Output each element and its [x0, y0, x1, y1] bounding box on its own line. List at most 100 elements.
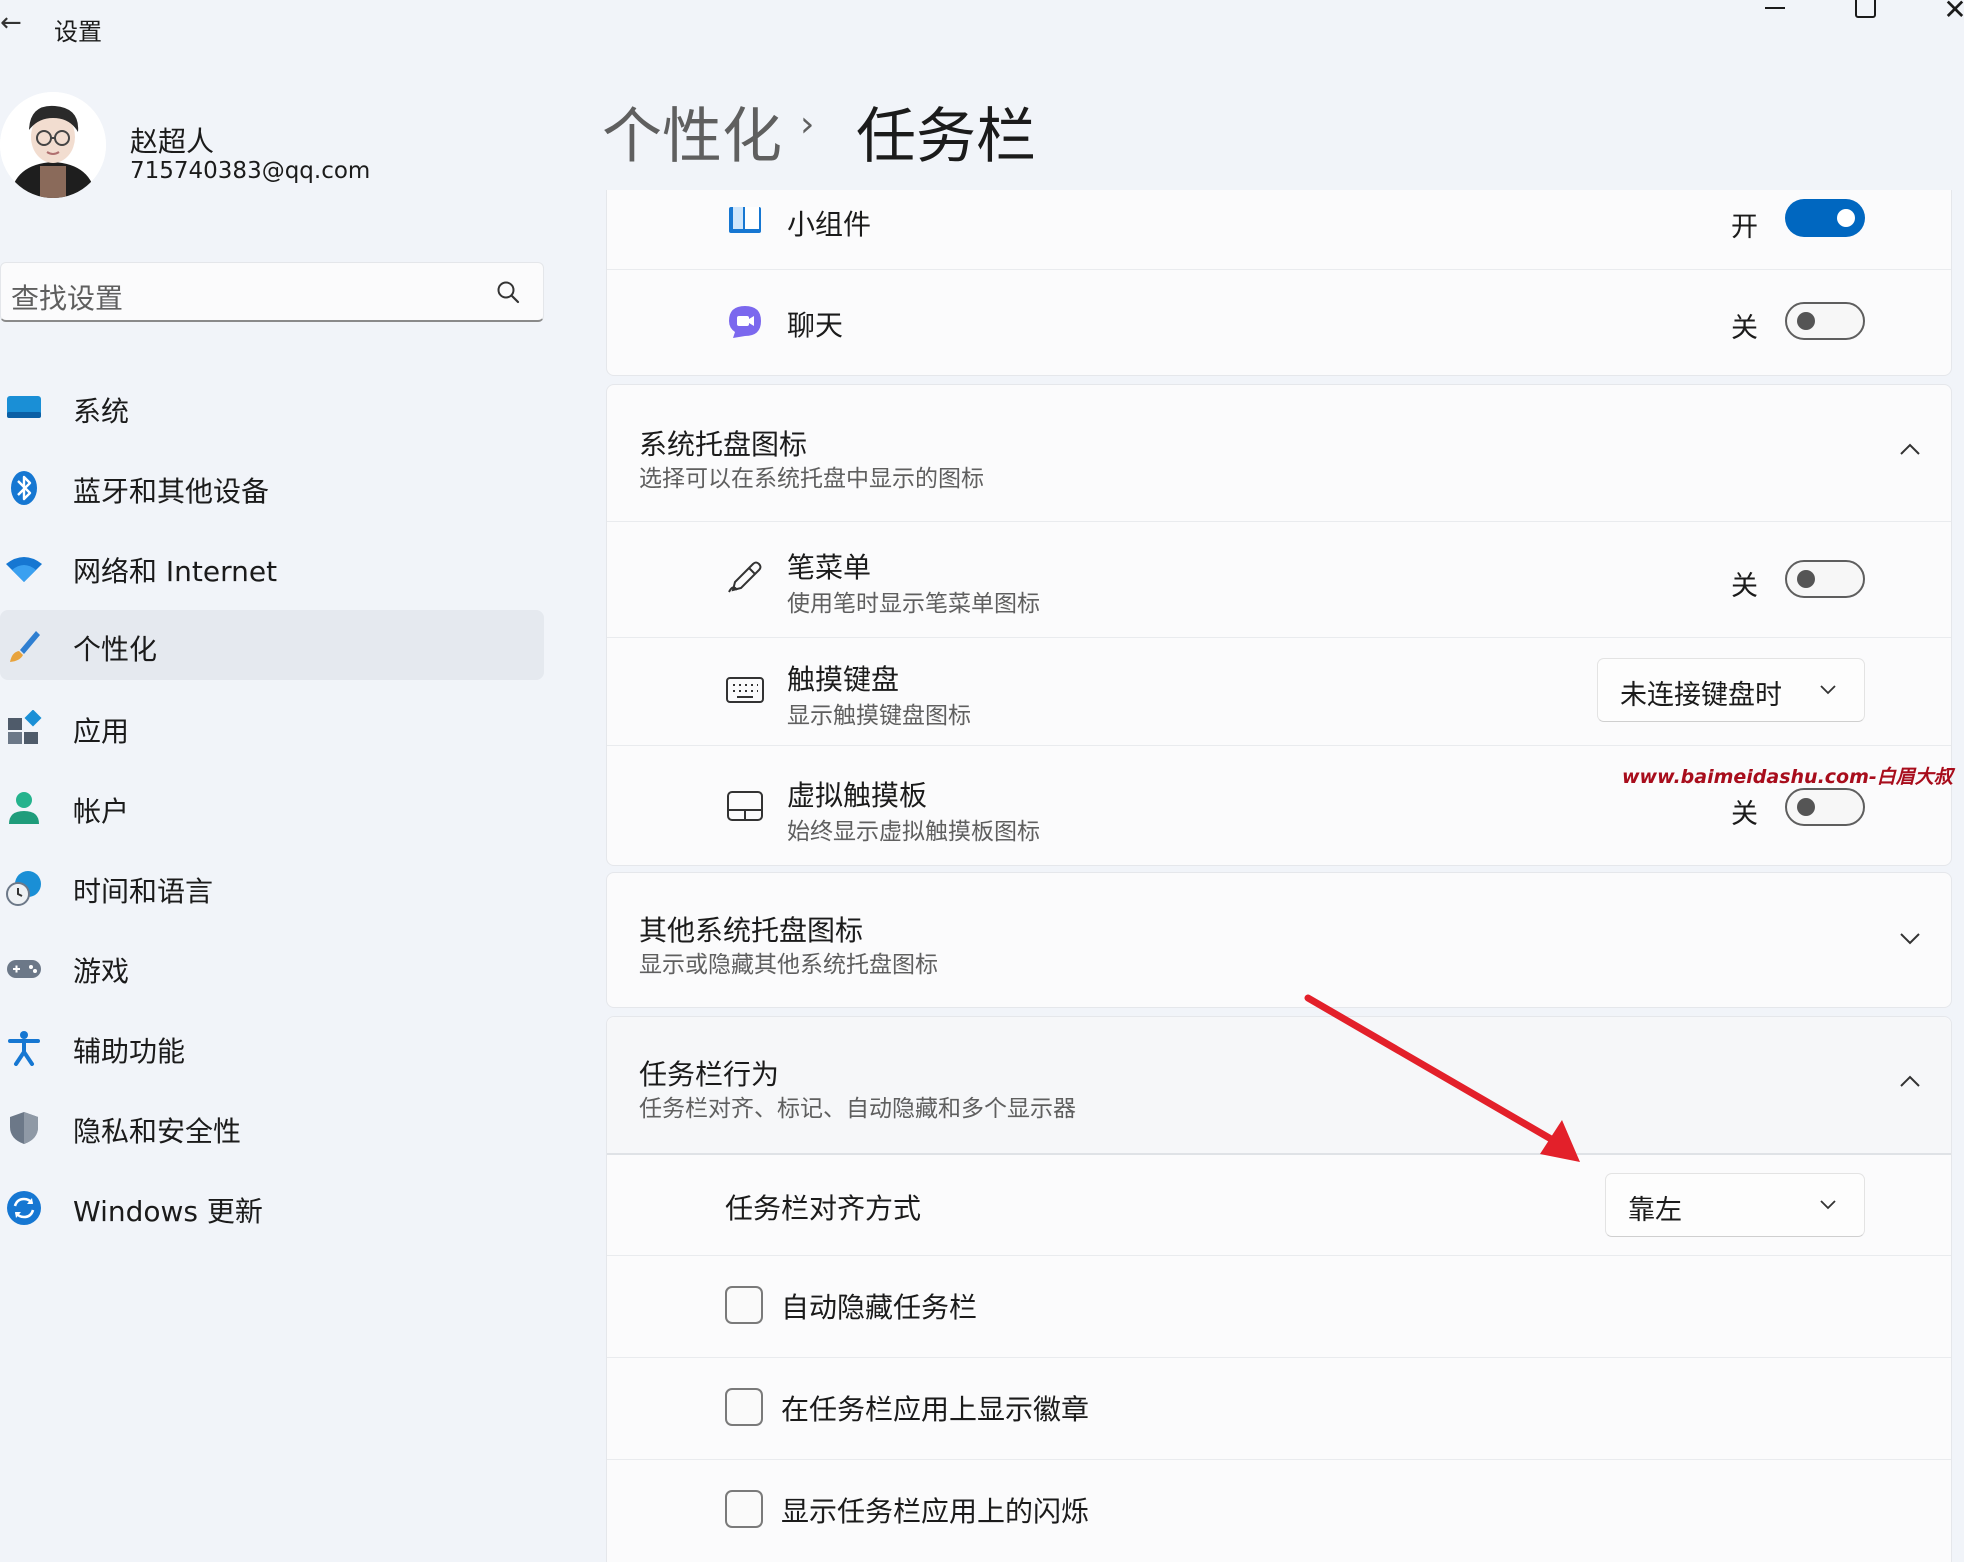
- maximize-button[interactable]: [1820, 0, 1910, 28]
- nav-item-accessibility[interactable]: 辅助功能: [0, 1012, 544, 1082]
- taskbar-behaviors-card: 任务栏行为 任务栏对齐、标记、自动隐藏和多个显示器 任务栏对齐方式 靠左 自动隐…: [606, 1016, 1952, 1562]
- chat-label: 聊天: [787, 309, 844, 342]
- virtual-touchpad-state: 关: [1731, 799, 1758, 830]
- user-name: 赵超人: [130, 125, 215, 158]
- virtual-touchpad-subtitle: 始终显示虚拟触摸板图标: [787, 819, 1040, 845]
- time-language-icon: [6, 871, 41, 906]
- system-tray-title: 系统托盘图标: [639, 428, 808, 461]
- nav-item-apps[interactable]: 应用: [0, 692, 544, 762]
- gamepad-icon: [7, 960, 41, 978]
- nav-label: 应用: [73, 715, 130, 748]
- pen-menu-state: 关: [1731, 571, 1758, 602]
- touch-keyboard-subtitle: 显示触摸键盘图标: [787, 703, 971, 729]
- pen-menu-toggle[interactable]: [1785, 560, 1865, 598]
- back-button[interactable]: ←: [0, 8, 22, 38]
- page-title: 任务栏: [856, 102, 1036, 172]
- search-box[interactable]: 查找设置: [0, 262, 544, 322]
- taskbar-behaviors-subtitle: 任务栏对齐、标记、自动隐藏和多个显示器: [639, 1096, 1076, 1122]
- widgets-row: 小组件 开: [607, 190, 1951, 269]
- system-tray-subtitle: 选择可以在系统托盘中显示的图标: [639, 466, 984, 492]
- nav-item-system[interactable]: 系统: [0, 372, 544, 442]
- nav-item-accounts[interactable]: 帐户: [0, 772, 544, 842]
- annotation-arrow: [1304, 994, 1580, 1162]
- nav-label: 游戏: [73, 955, 130, 988]
- search-input[interactable]: 查找设置: [11, 277, 123, 317]
- widgets-label: 小组件: [787, 208, 872, 241]
- chat-icon: [729, 306, 761, 338]
- widgets-state: 开: [1731, 212, 1758, 243]
- user-email: 715740383@qq.com: [130, 158, 371, 184]
- taskbar-alignment-value: 靠左: [1628, 1195, 1682, 1226]
- avatar[interactable]: [0, 92, 106, 198]
- nav-label: 个性化: [73, 633, 158, 666]
- chevron-down-icon[interactable]: [1897, 925, 1923, 951]
- nav-label: 辅助功能: [73, 1035, 186, 1068]
- search-icon[interactable]: [495, 279, 521, 305]
- chevron-up-icon[interactable]: [1897, 1069, 1923, 1095]
- taskbar-alignment-label: 任务栏对齐方式: [725, 1192, 922, 1225]
- accessibility-icon: [8, 1031, 40, 1066]
- system-display-icon: [7, 396, 41, 418]
- system-tray-card: 系统托盘图标 选择可以在系统托盘中显示的图标 笔菜单 使用笔时显示笔菜单图标 关…: [606, 384, 1952, 866]
- nav-item-windows-update[interactable]: Windows 更新: [0, 1172, 544, 1242]
- other-tray-title: 其他系统托盘图标: [639, 914, 864, 947]
- nav-label: 网络和 Internet: [73, 555, 278, 588]
- minimize-icon: [1765, 7, 1785, 9]
- taskbar-behaviors-title: 任务栏行为: [639, 1058, 780, 1091]
- apps-icon: [8, 710, 42, 744]
- nav-label: 时间和语言: [73, 875, 214, 908]
- show-badges-checkbox[interactable]: [725, 1388, 763, 1426]
- nav-item-time-language[interactable]: 时间和语言: [0, 852, 544, 922]
- show-badges-label[interactable]: 在任务栏应用上显示徽章: [781, 1388, 1089, 1428]
- keyboard-icon: [726, 677, 764, 703]
- window-title: 设置: [54, 18, 102, 46]
- nav-label: 系统: [73, 395, 130, 428]
- nav-label: Windows 更新: [73, 1195, 263, 1228]
- nav-item-privacy[interactable]: 隐私和安全性: [0, 1092, 544, 1162]
- show-flashing-checkbox[interactable]: [725, 1490, 763, 1528]
- chat-row: 聊天 关: [607, 269, 1951, 376]
- system-tray-header[interactable]: 系统托盘图标 选择可以在系统托盘中显示的图标: [607, 385, 1951, 521]
- nav-label: 蓝牙和其他设备: [73, 475, 270, 508]
- bluetooth-icon: [11, 471, 37, 505]
- virtual-touchpad-title: 虚拟触摸板: [787, 779, 928, 812]
- touch-keyboard-title: 触摸键盘: [787, 663, 900, 696]
- minimize-button[interactable]: [1730, 0, 1820, 28]
- nav-label: 帐户: [73, 795, 130, 828]
- nav-item-network[interactable]: 网络和 Internet: [0, 532, 544, 602]
- virtual-touchpad-toggle[interactable]: [1785, 788, 1865, 826]
- breadcrumb-separator: ›: [800, 104, 815, 145]
- chat-toggle[interactable]: [1785, 302, 1865, 340]
- close-icon: ✕: [1943, 0, 1964, 26]
- touch-keyboard-dropdown[interactable]: 未连接键盘时: [1597, 658, 1865, 722]
- chat-state: 关: [1731, 313, 1758, 344]
- nav-label: 隐私和安全性: [73, 1115, 242, 1148]
- auto-hide-row: 自动隐藏任务栏: [607, 1255, 1951, 1358]
- chevron-down-icon: [1820, 1200, 1836, 1210]
- breadcrumb-parent[interactable]: 个性化: [602, 88, 782, 175]
- watermark: www.baimeidashu.com-白眉大叔: [1622, 766, 1953, 788]
- widgets-toggle[interactable]: [1785, 199, 1865, 237]
- taskbar-behaviors-header[interactable]: 任务栏行为 任务栏对齐、标记、自动隐藏和多个显示器: [607, 1017, 1951, 1153]
- maximize-icon: [1854, 0, 1876, 18]
- nav-item-gaming[interactable]: 游戏: [0, 932, 544, 1002]
- wifi-icon: [6, 557, 42, 582]
- taskbar-alignment-dropdown[interactable]: 靠左: [1605, 1173, 1865, 1237]
- auto-hide-checkbox[interactable]: [725, 1286, 763, 1324]
- pen-menu-subtitle: 使用笔时显示笔菜单图标: [787, 591, 1040, 617]
- show-flashing-row: 显示任务栏应用上的闪烁: [607, 1459, 1951, 1562]
- auto-hide-label[interactable]: 自动隐藏任务栏: [781, 1286, 977, 1326]
- other-tray-card[interactable]: 其他系统托盘图标 显示或隐藏其他系统托盘图标: [606, 872, 1952, 1008]
- account-icon: [9, 792, 39, 824]
- show-badges-row: 在任务栏应用上显示徽章: [607, 1357, 1951, 1460]
- pen-menu-title: 笔菜单: [787, 551, 872, 584]
- show-flashing-label[interactable]: 显示任务栏应用上的闪烁: [781, 1490, 1089, 1530]
- chevron-up-icon[interactable]: [1897, 437, 1923, 463]
- nav-item-personalization[interactable]: 个性化: [0, 610, 544, 680]
- widgets-icon: [729, 207, 761, 233]
- chevron-down-icon: [1820, 685, 1836, 695]
- close-button[interactable]: ✕: [1910, 0, 1964, 28]
- update-icon: [7, 1191, 41, 1225]
- brush-icon: [10, 631, 40, 662]
- nav-item-bluetooth[interactable]: 蓝牙和其他设备: [0, 452, 544, 522]
